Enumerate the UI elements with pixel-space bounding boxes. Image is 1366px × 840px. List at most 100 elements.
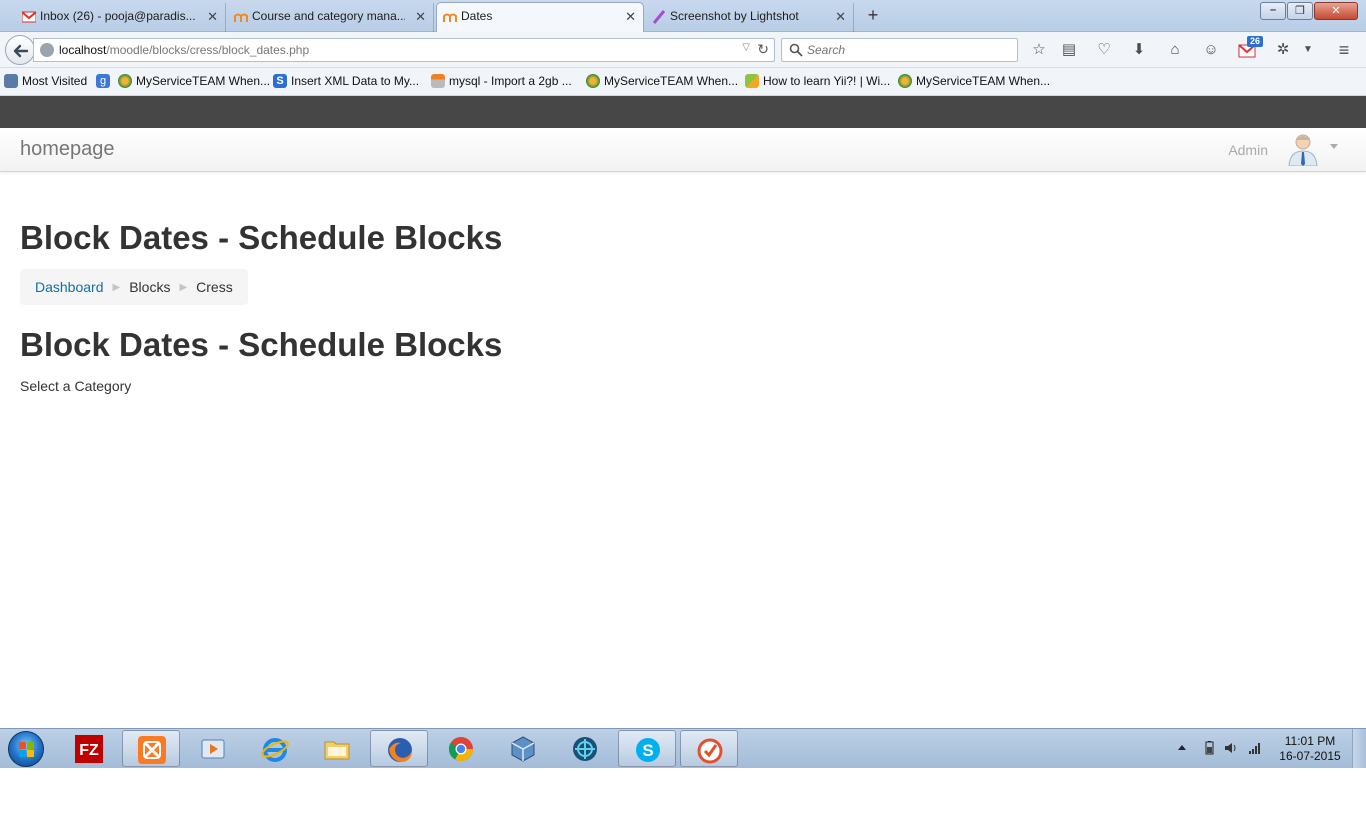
main-heading: Block Dates - Schedule Blocks <box>20 326 503 363</box>
taskbar-virtualbox[interactable] <box>494 730 552 767</box>
taskbar-firefox[interactable] <box>370 730 428 767</box>
download-icon[interactable]: ⬇ <box>1129 40 1149 60</box>
bookmark-myserviceteam-2[interactable]: MyServiceTEAM When... <box>586 74 738 88</box>
close-icon[interactable]: ✕ <box>207 3 218 30</box>
show-desktop-button[interactable] <box>1352 729 1366 768</box>
site-header: homepage Admin <box>0 128 1366 172</box>
clock-date: 16-07-2015 <box>1279 749 1341 763</box>
tab-title: Course and category mana... <box>252 9 405 23</box>
xampp-icon <box>138 736 166 764</box>
media-player-icon <box>201 739 225 759</box>
chrome-icon <box>448 737 473 762</box>
google-icon: g <box>96 74 110 88</box>
page-title: Block Dates - Schedule Blocks <box>20 219 503 256</box>
user-name[interactable]: Admin <box>1228 142 1268 158</box>
taskbar-skype[interactable]: S <box>618 730 676 767</box>
tab-dates[interactable]: Dates ✕ <box>436 2 644 32</box>
tab-lightshot[interactable]: Screenshot by Lightshot ✕ <box>646 3 854 32</box>
bookmark-learn-yii[interactable]: How to learn Yii?! | Wi... <box>745 74 890 88</box>
skype-icon: S <box>636 738 660 762</box>
gmail-notifier-icon[interactable]: 26 <box>1237 36 1264 60</box>
filezilla-icon: FZ <box>75 735 103 763</box>
site-topbar <box>0 96 1366 128</box>
show-hidden-icons-icon[interactable] <box>1178 745 1186 750</box>
stackoverflow-icon <box>431 74 445 88</box>
taskbar-xampp[interactable] <box>122 730 180 767</box>
taskbar-file-explorer[interactable] <box>308 730 366 767</box>
bookmark-insert-xml[interactable]: S Insert XML Data to My... <box>273 74 419 88</box>
close-icon[interactable]: ✕ <box>835 3 846 30</box>
back-button[interactable] <box>5 35 35 65</box>
gmail-icon <box>22 11 36 23</box>
bookmark-star-icon[interactable]: ☆ <box>1029 40 1049 60</box>
menu-icon[interactable]: ≡ <box>1334 40 1354 60</box>
chevron-down-icon[interactable]: ▼ <box>1298 40 1318 60</box>
moodle-icon <box>234 13 248 22</box>
close-icon[interactable]: ✕ <box>415 3 426 30</box>
pocket-icon[interactable]: ♡ <box>1094 40 1114 60</box>
search-input[interactable] <box>807 42 1007 58</box>
extension-bug-icon[interactable]: ✲ <box>1273 40 1293 60</box>
avatar[interactable] <box>1286 132 1320 166</box>
bookmark-mysql-import[interactable]: mysql - Import a 2gb ... <box>431 74 572 88</box>
history-dropdown-icon[interactable]: ▽ <box>742 42 750 53</box>
browser-titlebar: Inbox (26) - pooja@paradis... ✕ Course a… <box>0 0 1366 32</box>
tab-title: Dates <box>461 9 493 23</box>
search-box[interactable] <box>781 38 1018 62</box>
network-signal-icon[interactable] <box>1248 741 1262 755</box>
taskbar-internet-explorer[interactable] <box>246 730 304 767</box>
mail-count-badge: 26 <box>1247 36 1264 47</box>
myserviceteam-icon <box>586 74 600 88</box>
taskbar-filezilla[interactable]: FZ <box>60 730 118 767</box>
close-icon[interactable]: ✕ <box>625 3 636 30</box>
tab-course-category[interactable]: Course and category mana... ✕ <box>228 3 434 32</box>
site-brand-link[interactable]: homepage <box>20 138 115 161</box>
taskbar-tasks[interactable] <box>680 730 738 767</box>
home-icon[interactable]: ⌂ <box>1165 40 1185 60</box>
tab-gmail-inbox[interactable]: Inbox (26) - pooja@paradis... ✕ <box>16 3 226 32</box>
yii-icon <box>745 74 759 88</box>
start-button[interactable] <box>8 731 44 767</box>
task-check-icon <box>697 738 723 764</box>
volume-icon[interactable] <box>1224 741 1238 755</box>
app-blue-icon <box>573 737 597 761</box>
windows-logo-icon <box>19 742 34 757</box>
new-tab-button[interactable]: + <box>862 4 884 28</box>
breadcrumb-dashboard-link[interactable]: Dashboard <box>35 279 104 295</box>
close-window-button[interactable]: ✕ <box>1314 2 1358 20</box>
breadcrumb-separator-icon: ▶ <box>112 281 121 293</box>
breadcrumb-cress: Cress <box>196 279 233 295</box>
reading-list-icon[interactable]: ▤ <box>1059 40 1079 60</box>
breadcrumb-separator-icon: ▶ <box>179 281 188 293</box>
taskbar-media-player[interactable] <box>184 730 242 767</box>
url-text[interactable]: localhost/moodle/blocks/cress/block_date… <box>59 43 309 57</box>
lightshot-icon <box>652 10 666 24</box>
hello-chat-icon[interactable]: ☺ <box>1201 40 1221 60</box>
tab-title: Inbox (26) - pooja@paradis... <box>40 9 196 23</box>
moodle-icon <box>443 13 457 22</box>
folder-icon <box>324 741 350 760</box>
myserviceteam-icon <box>898 74 912 88</box>
back-arrow-icon <box>13 44 29 58</box>
browser-navbar: localhost/moodle/blocks/cress/block_date… <box>0 32 1366 68</box>
bookmarks-toolbar: Most Visited g MyServiceTEAM When... S I… <box>0 68 1366 96</box>
clock-time: 11:01 PM <box>1284 734 1336 748</box>
address-bar[interactable]: localhost/moodle/blocks/cress/block_date… <box>33 38 775 62</box>
minimize-button[interactable]: – <box>1260 2 1286 20</box>
restore-button[interactable]: ❐ <box>1287 2 1313 20</box>
reload-icon[interactable]: ↻ <box>757 41 769 58</box>
system-clock[interactable]: 11:01 PM 16-07-2015 <box>1272 734 1348 764</box>
system-tray: 11:01 PM 16-07-2015 <box>1170 729 1356 768</box>
battery-icon[interactable] <box>1202 741 1216 755</box>
bookmark-myserviceteam-3[interactable]: MyServiceTEAM When... <box>898 74 1050 88</box>
bookmark-most-visited[interactable]: Most Visited <box>4 74 87 88</box>
chevron-down-icon[interactable] <box>1330 144 1338 149</box>
svg-text:S: S <box>642 741 653 760</box>
svg-text:FZ: FZ <box>79 742 99 759</box>
bookmark-myserviceteam-1[interactable]: MyServiceTEAM When... <box>118 74 270 88</box>
most-visited-icon <box>4 74 18 88</box>
taskbar-app-blue[interactable] <box>556 730 614 767</box>
taskbar-chrome[interactable] <box>432 730 490 767</box>
breadcrumb-blocks: Blocks <box>129 279 171 295</box>
s-icon: S <box>273 74 287 88</box>
